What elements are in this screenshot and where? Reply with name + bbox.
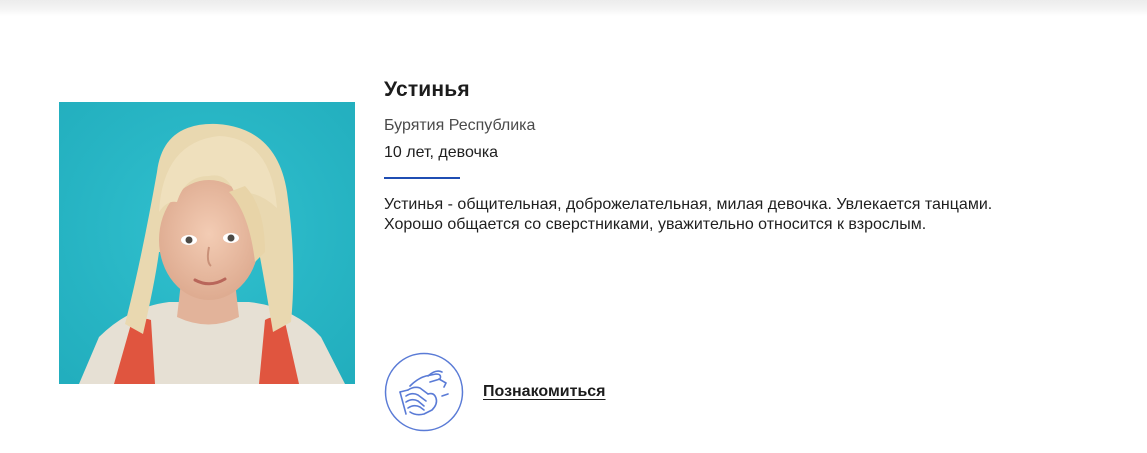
child-description: Устинья - общительная, доброжелательная,… xyxy=(384,196,993,233)
child-name: Устинья xyxy=(384,78,470,101)
child-card: Устинья Бурятия Республика 10 лет, девоч… xyxy=(0,0,1147,453)
child-age-gender: 10 лет, девочка xyxy=(384,144,499,161)
divider xyxy=(384,177,460,179)
child-region: Бурятия Республика xyxy=(384,117,536,134)
handshake-icon[interactable] xyxy=(384,352,464,432)
meet-link[interactable]: Познакомиться xyxy=(483,383,606,401)
child-photo xyxy=(59,102,355,384)
